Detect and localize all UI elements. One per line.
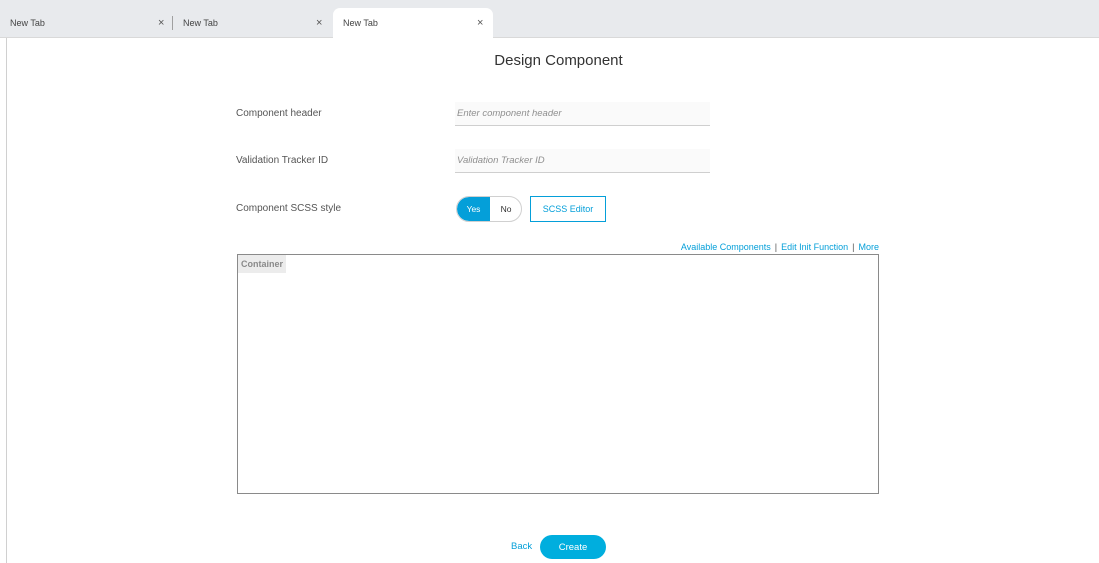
validation-tracker-input[interactable] [455,149,710,173]
back-link[interactable]: Back [511,541,532,552]
close-icon[interactable]: × [158,8,164,38]
create-button[interactable]: Create [540,535,606,559]
canvas-toolbar-links: Available Components | Edit Init Function |… [681,242,879,252]
link-separator: | [852,242,855,252]
container-label[interactable]: Container [238,255,287,273]
component-header-input[interactable] [455,102,710,126]
scss-style-label: Component SCSS style [236,203,342,214]
scss-no-option[interactable]: No [490,197,521,221]
component-header-label: Component header [236,108,322,119]
scss-yes-option[interactable]: Yes [457,197,490,221]
close-icon[interactable]: × [316,8,322,38]
browser-tab[interactable]: New Tab × [173,8,333,38]
more-link[interactable]: More [858,242,879,252]
page-title: Design Component [494,52,623,69]
design-canvas[interactable]: Container [237,254,879,494]
page-divider [6,38,7,563]
available-components-link[interactable]: Available Components [681,242,771,252]
scss-editor-button[interactable]: SCSS Editor [530,196,606,222]
scss-style-toggle: Yes No [456,196,522,222]
validation-tracker-label: Validation Tracker ID [236,155,329,166]
tab-title: New Tab [183,18,218,28]
browser-tab-active[interactable]: New Tab × [333,8,493,38]
tab-title: New Tab [343,18,378,28]
close-icon[interactable]: × [477,8,483,38]
browser-tab[interactable]: New Tab × [0,8,172,38]
link-separator: | [774,242,778,252]
browser-tab-bar: New Tab × New Tab × New Tab × [0,0,1099,38]
tab-title: New Tab [10,18,45,28]
edit-init-function-link[interactable]: Edit Init Function [781,242,848,252]
